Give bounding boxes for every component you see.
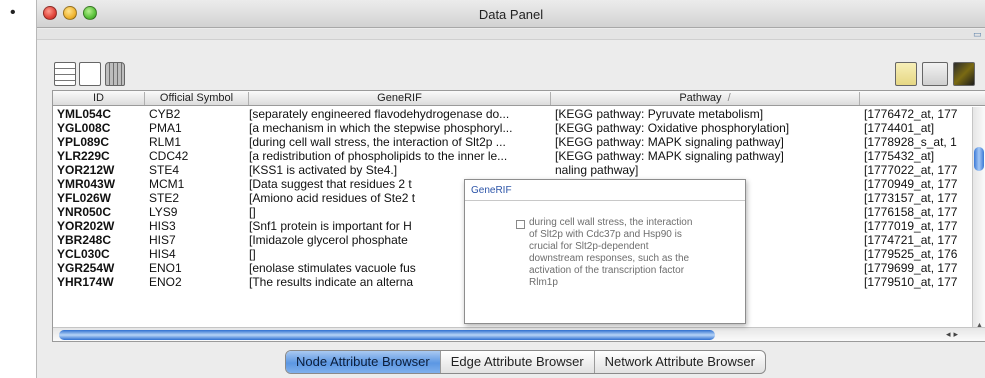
- column-header-generif[interactable]: GeneRIF: [249, 92, 551, 105]
- horizontal-scroll-arrows-icon[interactable]: ◂▸: [946, 329, 961, 340]
- cell-id: YCL030C: [57, 247, 110, 261]
- column-header-id[interactable]: ID: [53, 92, 145, 105]
- cell-probes: [1775432_at]: [864, 149, 935, 163]
- cell-generif: [during cell wall stress, the interactio…: [249, 135, 506, 149]
- browser-tabs: Node Attribute Browser Edge Attribute Br…: [285, 350, 766, 374]
- cell-pathway: [KEGG pathway: Oxidative phosphorylation…: [555, 121, 790, 135]
- checkbox-icon: [516, 220, 525, 229]
- cell-symbol: HIS7: [149, 233, 176, 247]
- cell-id: YPL089C: [57, 135, 110, 149]
- table-row[interactable]: YLR229C CDC42 [a redistribution of phospho…: [53, 149, 985, 163]
- vertical-scroll-thumb[interactable]: [974, 147, 984, 171]
- column-header-symbol[interactable]: Official Symbol: [145, 92, 249, 105]
- cell-probes: [1778928_s_at, 1: [864, 135, 957, 149]
- new-page-icon[interactable]: [79, 62, 101, 86]
- trash-icon[interactable]: [105, 62, 125, 86]
- table-icon[interactable]: [54, 62, 76, 86]
- tooltip-text: during cell wall stress, the interaction…: [529, 217, 693, 288]
- float-panel-icon[interactable]: ▭: [973, 29, 985, 39]
- cell-generif: [KSS1 is activated by Ste4.]: [249, 163, 398, 177]
- cell-id: YBR248C: [57, 233, 112, 247]
- cell-id: YGL008C: [57, 121, 111, 135]
- column-header-pathway[interactable]: Pathway /: [551, 92, 860, 105]
- cell-pathway: [KEGG pathway: MAPK signaling pathway]: [555, 135, 784, 149]
- cell-symbol: RLM1: [149, 135, 182, 149]
- cell-probes: [1779525_at, 176: [864, 247, 958, 261]
- panel-stripe: [37, 29, 985, 40]
- folder-icon[interactable]: [922, 62, 948, 86]
- notes-icon[interactable]: [895, 62, 917, 86]
- cell-symbol: HIS3: [149, 219, 176, 233]
- cell-id: YMR043W: [57, 177, 116, 191]
- cell-probes: [1777022_at, 177: [864, 163, 958, 177]
- title-bar[interactable]: Data Panel: [37, 0, 985, 28]
- cell-probes: [1776158_at, 177: [864, 205, 958, 219]
- table-row[interactable]: YML054C CYB2 [separately engineered flavod…: [53, 107, 985, 121]
- cell-probes: [1779510_at, 177: [864, 275, 958, 289]
- tab-network-attribute-browser[interactable]: Network Attribute Browser: [595, 351, 765, 373]
- data-panel-window: Data Panel ▭ ID Official Symbol GeneRIF …: [36, 0, 985, 378]
- horizontal-scrollbar[interactable]: ◂▸: [53, 327, 985, 341]
- table-row[interactable]: YOR212W STE4 [KSS1 is activated by Ste4.] n…: [53, 163, 985, 177]
- heatmap-icon[interactable]: [953, 62, 975, 86]
- window-title: Data Panel: [478, 7, 544, 22]
- vertical-scrollbar[interactable]: ▲ ▼: [972, 107, 985, 341]
- cell-pathway: [KEGG pathway: MAPK signaling pathway]: [555, 149, 784, 163]
- pathway-header-label: Pathway: [679, 92, 722, 104]
- tooltip-title: GeneRIF: [471, 185, 512, 196]
- cell-symbol: ENO1: [149, 261, 182, 275]
- cell-generif: [a redistribution of phospholipids to th…: [249, 149, 508, 163]
- cell-id: YFL026W: [57, 191, 112, 205]
- cell-symbol: MCM1: [149, 177, 185, 191]
- cell-id: YLR229C: [57, 149, 110, 163]
- list-bullet: •: [10, 4, 16, 21]
- cell-id: YOR202W: [57, 219, 115, 233]
- cell-symbol: STE2: [149, 191, 180, 205]
- toolbar: [37, 40, 985, 90]
- cell-probes: [1770949_at, 177: [864, 177, 958, 191]
- cell-symbol: STE4: [149, 163, 180, 177]
- tab-node-attribute-browser[interactable]: Node Attribute Browser: [286, 351, 441, 373]
- cell-id: YGR254W: [57, 261, 115, 275]
- cell-id: YNR050C: [57, 205, 112, 219]
- cell-id: YHR174W: [57, 275, 114, 289]
- cell-probes: [1773157_at, 177: [864, 191, 958, 205]
- cell-pathway: naling pathway]: [555, 163, 639, 177]
- table-row[interactable]: YGL008C PMA1 [a mechanism in which the ste…: [53, 121, 985, 135]
- cell-symbol: ENO2: [149, 275, 182, 289]
- cell-probes: [1774401_at]: [864, 121, 935, 135]
- cell-probes: [1774721_at, 177: [864, 233, 958, 247]
- column-header-extra[interactable]: [860, 92, 985, 105]
- cell-id: YML054C: [57, 107, 112, 121]
- cell-pathway: [KEGG pathway: Pyruvate metabolism]: [555, 107, 764, 121]
- cell-generif: [separately engineered flavodehydrogenas…: [249, 107, 510, 121]
- generif-tooltip: GeneRIF during cell wall stress, the int…: [464, 179, 746, 324]
- cell-generif: [a mechanism in which the stepwise phosp…: [249, 121, 513, 135]
- cell-symbol: CDC42: [149, 149, 189, 163]
- table-row[interactable]: YPL089C RLM1 [during cell wall stress, the…: [53, 135, 985, 149]
- cell-symbol: PMA1: [149, 121, 182, 135]
- tooltip-divider: [465, 200, 745, 201]
- tab-edge-attribute-browser[interactable]: Edge Attribute Browser: [441, 351, 595, 373]
- horizontal-scroll-thumb[interactable]: [59, 330, 715, 340]
- table-header: ID Official Symbol GeneRIF Pathway /: [53, 91, 985, 106]
- cell-id: YOR212W: [57, 163, 115, 177]
- cell-probes: [1776472_at, 177: [864, 107, 958, 121]
- cell-symbol: CYB2: [149, 107, 181, 121]
- cell-probes: [1777019_at, 177: [864, 219, 958, 233]
- cell-probes: [1779699_at, 177: [864, 261, 958, 275]
- cell-symbol: HIS4: [149, 247, 176, 261]
- cell-symbol: LYS9: [149, 205, 178, 219]
- sort-indicator-icon: /: [727, 92, 731, 104]
